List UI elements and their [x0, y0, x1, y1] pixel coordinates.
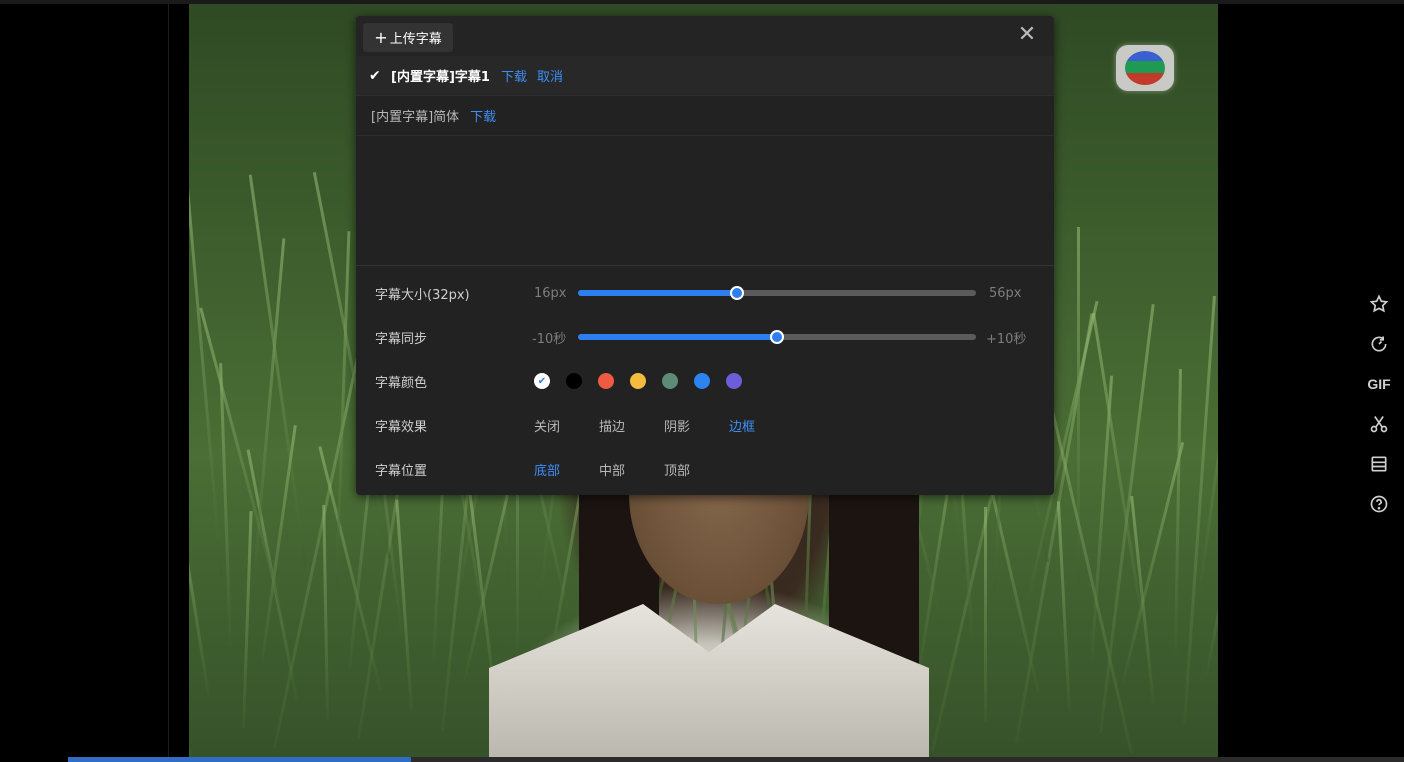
- slider-min-label: -10秒: [532, 331, 567, 347]
- color-swatch-selected[interactable]: ✔: [534, 373, 550, 389]
- cancel-link[interactable]: 取消: [537, 66, 563, 85]
- subtitle-settings-panel: + 上传字幕 ✕ ✔ [内置字幕]字幕1 下载 取消 [内置字幕]简体 下载 字…: [356, 16, 1054, 495]
- grass-blade: [273, 320, 367, 749]
- panel-header: + 上传字幕 ✕: [356, 16, 1054, 56]
- subtitle-position-label: 字幕位置: [375, 463, 428, 479]
- track-list-empty-area: [356, 136, 1054, 266]
- grass-blade: [1174, 369, 1182, 656]
- subtitle-size-setting: 字幕大小(32px) 16px 56px: [356, 281, 1054, 305]
- slider-min-label: 16px: [534, 285, 567, 301]
- grass-blade: [1056, 501, 1071, 714]
- close-icon[interactable]: ✕: [1016, 24, 1038, 47]
- subtitle-position-setting: 字幕位置 底部 中部 顶部: [356, 457, 1054, 481]
- subtitle-track-name: [内置字幕]简体: [371, 110, 460, 125]
- grass-blade: [984, 507, 987, 722]
- slider-max-label: +10秒: [986, 331, 1027, 347]
- divider: [356, 265, 1054, 266]
- slider-thumb[interactable]: [730, 286, 745, 300]
- color-swatch[interactable]: [662, 373, 678, 389]
- grass-blade: [242, 511, 253, 729]
- grass-blade: [189, 491, 210, 696]
- progress-fill: [68, 757, 412, 762]
- subtitle-track-item[interactable]: [内置字幕]简体 下载: [356, 96, 1054, 136]
- slider-max-label: 56px: [989, 285, 1022, 301]
- subtitle-color-setting: 字幕颜色 ✔: [356, 369, 1054, 393]
- check-icon: ✔: [369, 67, 381, 84]
- gif-button[interactable]: GIF: [1366, 364, 1392, 404]
- list-icon[interactable]: [1366, 444, 1392, 484]
- color-swatch[interactable]: [694, 373, 710, 389]
- star-icon[interactable]: [1366, 284, 1392, 324]
- channel-logo: [1116, 45, 1174, 91]
- color-swatch[interactable]: [566, 373, 582, 389]
- subtitle-effect-setting: 字幕效果 关闭 描边 阴影 边框: [356, 413, 1054, 437]
- grass-blade: [322, 505, 329, 720]
- download-link[interactable]: 下载: [470, 106, 496, 125]
- position-option-top[interactable]: 顶部: [664, 460, 690, 479]
- subtitle-sync-slider[interactable]: [578, 330, 976, 344]
- color-swatch[interactable]: [726, 373, 742, 389]
- right-toolbar: GIF: [1366, 284, 1392, 524]
- help-icon[interactable]: [1366, 484, 1392, 524]
- slider-thumb[interactable]: [770, 330, 784, 344]
- subtitle-track-name: [内置字幕]字幕1: [391, 70, 490, 85]
- subtitle-size-label: 字幕大小(32px): [375, 287, 470, 303]
- slider-fill: [578, 334, 777, 340]
- subtitle-sync-label: 字幕同步: [375, 331, 428, 347]
- upload-subtitle-button[interactable]: + 上传字幕: [363, 23, 453, 52]
- effect-option-shadow[interactable]: 阴影: [664, 416, 690, 435]
- plus-icon: +: [374, 27, 388, 47]
- replay-icon[interactable]: [1366, 324, 1392, 364]
- progress-bar[interactable]: [68, 757, 1404, 762]
- effect-option-border[interactable]: 边框: [729, 416, 755, 435]
- slider-fill: [578, 290, 738, 296]
- color-swatch[interactable]: [598, 373, 614, 389]
- scissors-icon[interactable]: [1366, 404, 1392, 444]
- left-divider: [168, 0, 169, 762]
- grass-blade: [189, 582, 192, 757]
- effect-option-outline[interactable]: 描边: [599, 416, 625, 435]
- subtitle-color-label: 字幕颜色: [375, 375, 428, 391]
- subtitle-sync-setting: 字幕同步 -10秒 +10秒: [356, 325, 1054, 349]
- upload-subtitle-label: 上传字幕: [389, 32, 442, 47]
- subtitle-track-item[interactable]: ✔ [内置字幕]字幕1 下载 取消: [356, 56, 1054, 96]
- position-option-middle[interactable]: 中部: [599, 460, 625, 479]
- subtitle-effect-label: 字幕效果: [375, 419, 428, 435]
- download-link[interactable]: 下载: [501, 66, 527, 85]
- subtitle-size-slider[interactable]: [578, 286, 976, 300]
- color-swatch[interactable]: [630, 373, 646, 389]
- position-option-bottom[interactable]: 底部: [534, 460, 560, 479]
- grass-blade: [1130, 495, 1155, 705]
- effect-option-off[interactable]: 关闭: [534, 416, 560, 435]
